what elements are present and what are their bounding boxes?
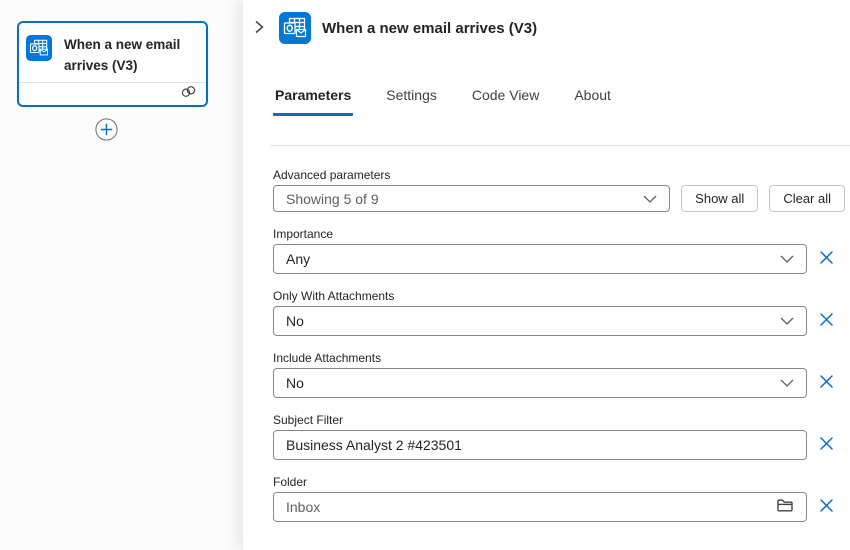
close-icon — [819, 250, 834, 268]
chevron-down-icon — [780, 374, 794, 392]
folder-picker-field[interactable]: Inbox — [273, 492, 807, 522]
importance-label: Importance — [273, 227, 845, 241]
advanced-parameters-label: Advanced parameters — [273, 168, 845, 182]
chevron-down-icon — [780, 312, 794, 330]
plus-icon — [95, 129, 118, 144]
tab-parameters[interactable]: Parameters — [273, 87, 353, 116]
subject-filter-field — [273, 430, 807, 460]
trigger-card-title: When a new email arrives (V3) — [64, 33, 198, 76]
chevron-right-icon — [253, 19, 265, 38]
subject-filter-label: Subject Filter — [273, 413, 845, 427]
connection-status-icon — [180, 85, 197, 103]
folder-label: Folder — [273, 475, 845, 489]
only-with-attachments-value: No — [286, 313, 780, 329]
flow-canvas: When a new email arrives (V3) — [0, 0, 243, 550]
clear-all-button[interactable]: Clear all — [769, 185, 845, 212]
include-attachments-value: No — [286, 375, 780, 391]
chevron-down-icon — [643, 190, 657, 208]
include-attachments-label: Include Attachments — [273, 351, 845, 365]
browse-folder-button[interactable] — [776, 498, 794, 516]
tabs-divider — [270, 145, 850, 146]
close-icon — [819, 374, 834, 392]
include-attachments-dropdown[interactable]: No — [273, 368, 807, 398]
panel-header: When a new email arrives (V3) — [243, 0, 850, 44]
panel-title: When a new email arrives (V3) — [322, 20, 537, 37]
tab-code-view[interactable]: Code View — [470, 87, 541, 116]
show-all-button[interactable]: Show all — [681, 185, 758, 212]
parameters-content: Advanced parameters Showing 5 of 9 Show … — [243, 168, 850, 522]
folder-value: Inbox — [286, 499, 768, 515]
importance-dropdown[interactable]: Any — [273, 244, 807, 274]
close-icon — [819, 312, 834, 330]
outlook-connector-icon — [279, 12, 311, 44]
tab-settings[interactable]: Settings — [384, 87, 439, 116]
chevron-down-icon — [780, 250, 794, 268]
clear-subject-filter-button[interactable] — [819, 438, 834, 453]
close-icon — [819, 498, 834, 516]
close-icon — [819, 436, 834, 454]
clear-folder-button[interactable] — [819, 500, 834, 515]
advanced-parameters-dropdown-value: Showing 5 of 9 — [286, 191, 643, 207]
clear-include-attachments-button[interactable] — [819, 376, 834, 391]
trigger-card[interactable]: When a new email arrives (V3) — [17, 21, 208, 107]
only-with-attachments-dropdown[interactable]: No — [273, 306, 807, 336]
trigger-settings-panel: When a new email arrives (V3) Parameters… — [243, 0, 850, 550]
outlook-connector-icon — [26, 35, 52, 61]
clear-importance-button[interactable] — [819, 252, 834, 267]
panel-tabs: Parameters Settings Code View About — [273, 87, 850, 116]
collapse-panel-button[interactable] — [250, 12, 268, 44]
importance-value: Any — [286, 251, 780, 267]
tab-about[interactable]: About — [572, 87, 613, 116]
advanced-parameters-dropdown[interactable]: Showing 5 of 9 — [273, 185, 670, 212]
only-with-attachments-label: Only With Attachments — [273, 289, 845, 303]
clear-only-with-attachments-button[interactable] — [819, 314, 834, 329]
add-step-button[interactable] — [95, 118, 118, 141]
folder-icon — [776, 498, 794, 516]
subject-filter-input[interactable] — [286, 437, 794, 453]
